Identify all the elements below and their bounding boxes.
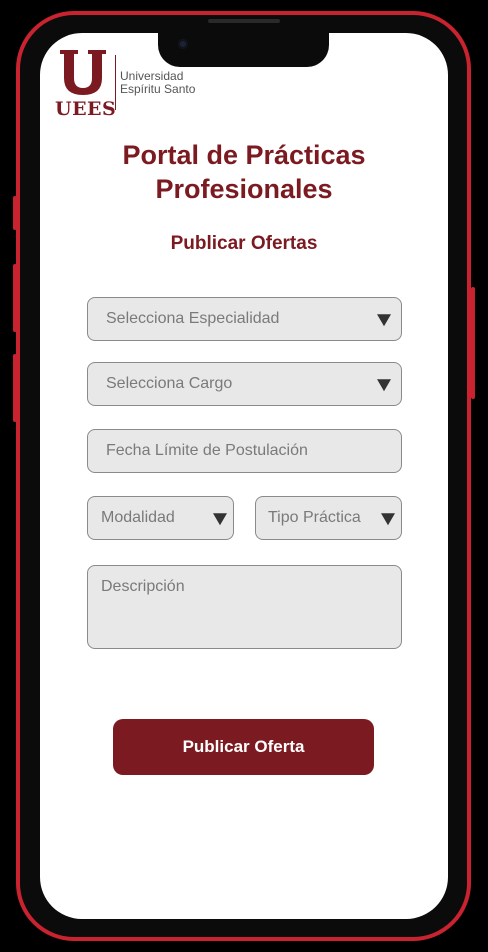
publicar-oferta-button[interactable]: Publicar Oferta <box>113 719 374 775</box>
page-title-line2: Profesionales <box>155 174 333 204</box>
modalidad-label: Modalidad <box>101 509 175 526</box>
university-name: Universidad Espíritu Santo <box>120 70 195 96</box>
university-name-line2: Espíritu Santo <box>120 82 196 96</box>
logo-divider <box>115 55 116 110</box>
caret-down-icon <box>381 513 395 526</box>
caret-down-icon <box>213 513 227 526</box>
fecha-limite-placeholder: Fecha Límite de Postulación <box>106 442 308 459</box>
uees-logo-icon <box>60 50 106 95</box>
caret-down-icon <box>377 314 391 327</box>
side-button-volume-down <box>13 354 17 422</box>
logo-abbrev: UEES <box>55 98 117 120</box>
tipo-practica-select[interactable]: Tipo Práctica <box>255 496 402 540</box>
descripcion-textarea[interactable]: Descripción <box>87 565 402 649</box>
publicar-oferta-label: Publicar Oferta <box>182 737 305 756</box>
side-button-mute <box>13 196 17 230</box>
cargo-label: Selecciona Cargo <box>106 375 233 392</box>
speaker-grille <box>208 19 280 23</box>
side-button-power <box>471 287 475 399</box>
front-camera <box>178 39 188 49</box>
page-title: Portal de Prácticas Profesionales <box>40 138 448 206</box>
especialidad-select[interactable]: Selecciona Especialidad <box>87 297 402 341</box>
cargo-select[interactable]: Selecciona Cargo <box>87 362 402 406</box>
page-subtitle: Publicar Ofertas <box>170 233 318 254</box>
caret-down-icon <box>377 379 391 392</box>
tipo-practica-label: Tipo Práctica <box>268 509 361 526</box>
page-title-line1: Portal de Prácticas <box>122 140 366 170</box>
descripcion-placeholder: Descripción <box>101 578 185 595</box>
especialidad-label: Selecciona Especialidad <box>106 310 280 327</box>
modalidad-select[interactable]: Modalidad <box>87 496 234 540</box>
side-button-volume-up <box>13 264 17 332</box>
fecha-limite-input[interactable]: Fecha Límite de Postulación <box>87 429 402 473</box>
